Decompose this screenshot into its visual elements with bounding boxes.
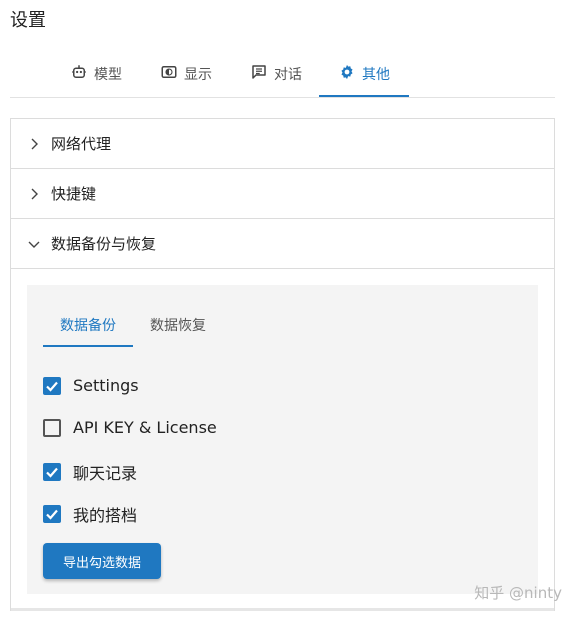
option-label: 聊天记录	[73, 464, 138, 483]
page-title: 设置	[10, 10, 46, 31]
accordion-header-backup[interactable]: 数据备份与恢复	[11, 219, 554, 269]
option-api-key-license[interactable]: API KEY & License	[43, 418, 217, 437]
chat-icon	[250, 63, 268, 85]
tab-data-backup[interactable]: 数据备份	[43, 305, 133, 345]
export-selected-button[interactable]: 导出勾选数据	[43, 543, 161, 579]
tab-display[interactable]: 显示	[156, 52, 216, 96]
robot-icon	[70, 63, 88, 85]
tab-data-restore[interactable]: 数据恢复	[133, 305, 223, 345]
settings-tabs: 模型 显示 对话 其他	[10, 52, 555, 98]
option-label: 我的搭档	[73, 506, 138, 525]
chevron-down-icon	[27, 237, 41, 251]
tab-label: 对话	[274, 67, 302, 83]
tab-label: 显示	[184, 67, 212, 83]
checkbox-checked-icon[interactable]	[43, 463, 61, 481]
accordion-label: 快捷键	[51, 185, 97, 203]
accordion-label: 数据备份与恢复	[51, 235, 157, 253]
backup-inner-panel: 数据备份 数据恢复 Settings API KEY & License 聊天记…	[27, 285, 538, 594]
tab-label: 数据备份	[60, 318, 116, 334]
tab-label: 数据恢复	[150, 318, 206, 334]
option-label: API KEY & License	[73, 418, 217, 437]
display-icon	[160, 63, 178, 85]
checkbox-unchecked-icon[interactable]	[43, 418, 61, 437]
settings-accordion: 网络代理 快捷键 数据备份与恢复 数据备份 数据恢复 Settings API …	[10, 118, 555, 611]
option-settings[interactable]: Settings	[43, 376, 139, 395]
checkbox-checked-icon[interactable]	[43, 376, 61, 395]
tab-other[interactable]: 其他	[334, 52, 394, 96]
gear-icon	[338, 63, 356, 85]
accordion-header-shortcuts[interactable]: 快捷键	[11, 169, 554, 219]
option-label: Settings	[73, 376, 139, 395]
chevron-right-icon	[27, 187, 41, 201]
backup-panel-body: 数据备份 数据恢复 Settings API KEY & License 聊天记…	[11, 269, 554, 611]
accordion-header-proxy[interactable]: 网络代理	[11, 119, 554, 169]
option-my-partners[interactable]: 我的搭档	[43, 502, 137, 526]
tab-label: 其他	[362, 67, 390, 83]
active-tab-indicator	[43, 345, 133, 347]
tab-model[interactable]: 模型	[66, 52, 126, 96]
checkbox-checked-icon[interactable]	[43, 505, 61, 523]
option-chat-history[interactable]: 聊天记录	[43, 460, 137, 484]
accordion-label: 网络代理	[51, 135, 112, 153]
tab-chat[interactable]: 对话	[246, 52, 306, 96]
watermark: 知乎 @ninty	[474, 584, 562, 602]
chevron-right-icon	[27, 137, 41, 151]
backup-tabs: 数据备份 数据恢复	[43, 305, 538, 349]
active-tab-indicator	[319, 95, 409, 97]
tab-label: 模型	[94, 67, 122, 83]
